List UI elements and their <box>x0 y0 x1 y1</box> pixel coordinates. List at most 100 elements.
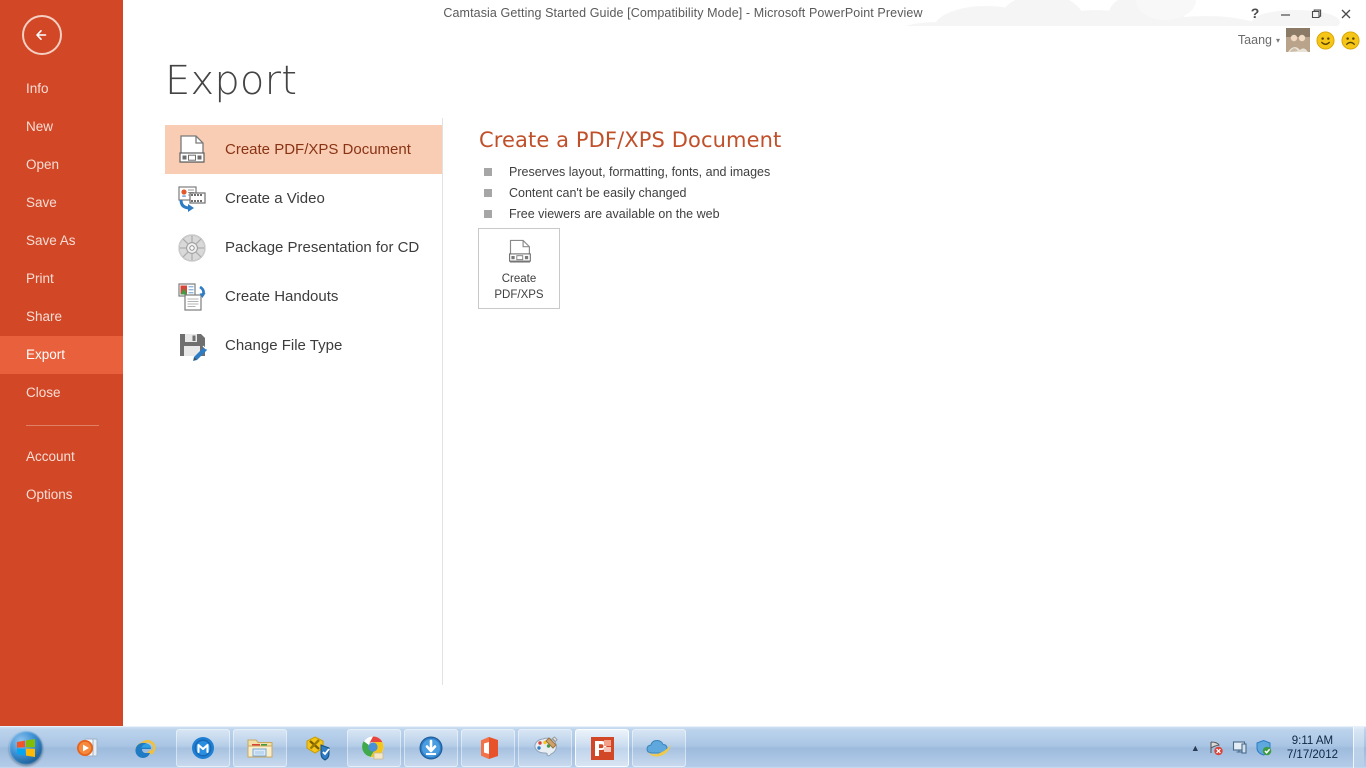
sidebar-item-label: Save <box>26 195 57 210</box>
sidebar-item-label: Print <box>26 271 54 286</box>
help-button[interactable]: ? <box>1240 2 1270 24</box>
window-controls: ? <box>1240 0 1360 26</box>
detail-heading: Create a PDF/XPS Document <box>479 128 782 152</box>
sidebar-item-label: Save As <box>26 233 76 248</box>
sidebar-item-close[interactable]: Close <box>0 374 123 412</box>
export-option-change-file-type[interactable]: Change File Type <box>165 321 442 370</box>
export-option-create-a-video[interactable]: Create a Video <box>165 174 442 223</box>
powerpoint-icon <box>590 736 614 760</box>
smiley-face-icon[interactable] <box>1316 30 1335 50</box>
close-icon <box>1341 9 1350 18</box>
taskbar-download-manager[interactable] <box>404 729 458 767</box>
sidebar-divider <box>26 425 99 426</box>
sidebar-item-print[interactable]: Print <box>0 260 123 298</box>
safety-shield-icon[interactable] <box>1255 739 1272 756</box>
taskbar-media-player[interactable] <box>62 729 116 767</box>
skydrive-icon <box>646 739 671 757</box>
microsoft-office-icon <box>481 737 498 759</box>
sidebar-item-export[interactable]: Export <box>0 336 123 374</box>
sidebar-item-label: Info <box>26 81 49 96</box>
clock-date: 7/17/2012 <box>1286 748 1338 761</box>
sidebar-item-open[interactable]: Open <box>0 146 123 184</box>
taskbar-file-explorer[interactable] <box>233 729 287 767</box>
export-option-label: Create PDF/XPS Document <box>225 141 411 158</box>
restore-button[interactable] <box>1300 2 1330 24</box>
start-button[interactable] <box>3 728 49 767</box>
sidebar-nav-list: Info New Open Save Save As Print Share E… <box>0 70 123 514</box>
list-item: Content can't be easily changed <box>479 183 1079 204</box>
taskbar-powerpoint[interactable] <box>575 729 629 767</box>
export-option-label: Change File Type <box>225 337 343 354</box>
display-icon[interactable] <box>1231 739 1248 756</box>
video-icon <box>173 180 211 218</box>
taskbar-internet-explorer[interactable] <box>119 729 173 767</box>
sidebar-item-options[interactable]: Options <box>0 476 123 514</box>
export-option-label: Create Handouts <box>225 288 339 305</box>
frowny-face-icon[interactable] <box>1341 30 1360 50</box>
help-icon: ? <box>1250 5 1260 21</box>
download-manager-icon <box>419 736 443 760</box>
handouts-icon <box>173 278 211 316</box>
chevron-down-icon[interactable]: ▾ <box>1276 36 1280 45</box>
maxthon-browser-icon <box>192 737 214 759</box>
sidebar-item-label: Options <box>26 487 73 502</box>
system-tray: ▲ 9:11 AM 7/17/2012 <box>1191 727 1366 768</box>
windows-start-orb-icon <box>9 730 43 765</box>
sidebar-item-info[interactable]: Info <box>0 70 123 108</box>
sidebar-item-account[interactable]: Account <box>0 438 123 476</box>
export-option-create-pdf-xps[interactable]: Create PDF/XPS Document <box>165 125 442 174</box>
show-desktop-button[interactable] <box>1353 727 1364 768</box>
file-explorer-icon <box>247 739 273 758</box>
account-name[interactable]: Taang <box>1238 33 1272 47</box>
back-button[interactable] <box>22 15 62 55</box>
sidebar-item-label: Open <box>26 157 60 172</box>
bullet-square-icon <box>484 210 492 218</box>
title-bar: Camtasia Getting Started Guide [Compatib… <box>0 0 1366 26</box>
cd-disc-icon <box>173 229 211 267</box>
list-item: Free viewers are available on the web <box>479 204 1079 225</box>
tray-overflow-button[interactable]: ▲ <box>1191 743 1200 753</box>
avatar-photo <box>1286 28 1310 52</box>
taskbar-skydrive[interactable] <box>632 729 686 767</box>
bullet-square-icon <box>484 189 492 197</box>
sidebar-item-label: Export <box>26 347 66 362</box>
minimize-button[interactable] <box>1270 2 1300 24</box>
avatar[interactable] <box>1286 28 1310 52</box>
google-chrome-icon <box>362 736 384 760</box>
taskbar-google-chrome[interactable] <box>347 729 401 767</box>
sidebar-item-save[interactable]: Save <box>0 184 123 222</box>
content-divider <box>442 118 443 685</box>
sidebar-item-new[interactable]: New <box>0 108 123 146</box>
export-option-create-handouts[interactable]: Create Handouts <box>165 272 442 321</box>
button-line-1: Create <box>501 272 537 285</box>
media-player-icon <box>77 738 98 757</box>
taskbar-microsoft-office[interactable] <box>461 729 515 767</box>
page-title: Export <box>165 58 298 104</box>
clock-time: 9:11 AM <box>1291 734 1334 747</box>
network-error-icon[interactable] <box>1207 739 1224 756</box>
account-bar: Taang ▾ <box>1238 26 1360 54</box>
button-line-2: PDF/XPS <box>494 288 544 301</box>
list-item: Preserves layout, formatting, fonts, and… <box>479 162 1079 183</box>
sidebar-item-save-as[interactable]: Save As <box>0 222 123 260</box>
sidebar-item-label: New <box>26 119 54 134</box>
sidebar-item-label: Account <box>26 449 75 464</box>
export-options-list: Create PDF/XPS Document Create a Video P… <box>165 125 442 370</box>
bullet-square-icon <box>484 168 492 176</box>
internet-explorer-icon <box>135 739 156 758</box>
window-title: Camtasia Getting Started Guide [Compatib… <box>443 6 923 20</box>
powerpoint-backstage-window: Camtasia Getting Started Guide [Compatib… <box>0 0 1366 768</box>
taskbar-security-tools[interactable] <box>290 729 344 767</box>
taskbar-paint[interactable] <box>518 729 572 767</box>
taskbar-buttons <box>62 729 686 767</box>
create-pdf-xps-button[interactable]: Create PDF/XPS <box>478 228 560 309</box>
taskbar-maxthon[interactable] <box>176 729 230 767</box>
windows-taskbar: ▲ 9:11 AM 7/17/2012 <box>0 726 1366 768</box>
close-button[interactable] <box>1330 2 1360 24</box>
clock[interactable]: 9:11 AM 7/17/2012 <box>1279 734 1346 762</box>
bullet-text: Preserves layout, formatting, fonts, and… <box>509 165 771 179</box>
export-option-label: Package Presentation for CD <box>225 239 420 256</box>
sidebar-item-share[interactable]: Share <box>0 298 123 336</box>
sidebar-item-label: Close <box>26 385 61 400</box>
export-option-package-for-cd[interactable]: Package Presentation for CD <box>165 223 442 272</box>
